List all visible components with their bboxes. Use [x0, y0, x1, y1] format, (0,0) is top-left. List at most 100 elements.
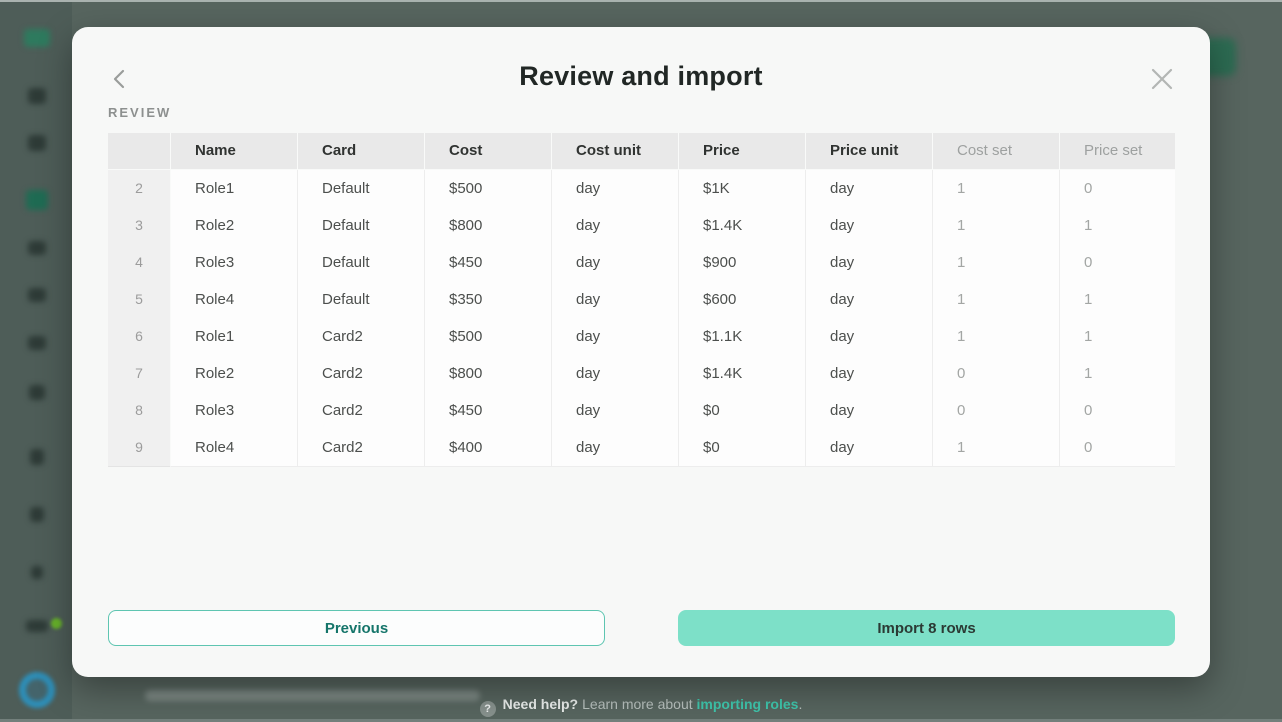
- sidebar-icon-blurred: [31, 566, 43, 579]
- price-set-cell: 0: [1059, 244, 1175, 282]
- cost-cell: $800: [424, 355, 551, 393]
- cost-set-cell: 0: [932, 355, 1059, 393]
- cost-unit-cell: day: [551, 170, 678, 208]
- price-cell: $0: [678, 392, 805, 430]
- column-header-cost: Cost: [424, 133, 551, 170]
- app-logo: [24, 29, 50, 47]
- row-number-cell: 5: [108, 281, 170, 319]
- card-cell: Default: [297, 207, 424, 245]
- sidebar-icon-blurred: [28, 288, 46, 302]
- name-cell: Role3: [170, 244, 297, 282]
- price-cell: $1.4K: [678, 355, 805, 393]
- cost-unit-cell: day: [551, 244, 678, 282]
- name-cell: Role2: [170, 207, 297, 245]
- cost-set-cell: 1: [932, 244, 1059, 282]
- cost-set-cell: 1: [932, 281, 1059, 319]
- sidebar-icon-blurred: [28, 336, 46, 350]
- cost-unit-cell: day: [551, 207, 678, 245]
- row-number-cell: 4: [108, 244, 170, 282]
- table-row: 8 Role3 Card2 $450 day $0 day 0 0: [108, 392, 1175, 430]
- price-unit-cell: day: [805, 392, 932, 430]
- price-cell: $600: [678, 281, 805, 319]
- review-table: Name Card Cost Cost unit Price Price uni…: [108, 133, 1175, 467]
- cost-cell: $800: [424, 207, 551, 245]
- card-cell: Card2: [297, 355, 424, 393]
- sidebar-icon-blurred: [30, 449, 44, 465]
- price-unit-cell: day: [805, 318, 932, 356]
- row-number-cell: 3: [108, 207, 170, 245]
- cost-cell: $450: [424, 244, 551, 282]
- sidebar-icon-blurred: [28, 135, 46, 151]
- cost-unit-cell: day: [551, 429, 678, 467]
- review-import-modal: Review and import REVIEW Name Card Cost …: [72, 27, 1210, 677]
- card-cell: Default: [297, 244, 424, 282]
- name-cell: Role1: [170, 170, 297, 208]
- column-header-price-unit: Price unit: [805, 133, 932, 170]
- cost-set-cell: 1: [932, 207, 1059, 245]
- price-set-cell: 0: [1059, 170, 1175, 208]
- row-number-cell: 6: [108, 318, 170, 356]
- column-header-cost-unit: Cost unit: [551, 133, 678, 170]
- column-header-price: Price: [678, 133, 805, 170]
- table-row: 2 Role1 Default $500 day $1K day 1 0: [108, 170, 1175, 208]
- cost-set-cell: 1: [932, 170, 1059, 208]
- cost-cell: $350: [424, 281, 551, 319]
- row-number-cell: 8: [108, 392, 170, 430]
- table-row: 3 Role2 Default $800 day $1.4K day 1 1: [108, 207, 1175, 245]
- row-number-cell: 2: [108, 170, 170, 208]
- card-cell: Default: [297, 281, 424, 319]
- cost-cell: $500: [424, 170, 551, 208]
- import-button[interactable]: Import 8 rows: [678, 610, 1175, 646]
- row-number-cell: 9: [108, 429, 170, 467]
- price-cell: $900: [678, 244, 805, 282]
- table-row: 6 Role1 Card2 $500 day $1.1K day 1 1: [108, 318, 1175, 356]
- column-header-card: Card: [297, 133, 424, 170]
- window-top-edge: [0, 0, 1282, 2]
- name-cell: Role4: [170, 429, 297, 467]
- close-button[interactable]: [1148, 65, 1176, 93]
- app-sidebar-dimmed: [0, 2, 72, 722]
- table-row: 9 Role4 Card2 $400 day $0 day 1 0: [108, 429, 1175, 467]
- card-cell: Default: [297, 170, 424, 208]
- previous-button[interactable]: Previous: [108, 610, 605, 646]
- price-unit-cell: day: [805, 429, 932, 467]
- price-set-cell: 1: [1059, 281, 1175, 319]
- name-cell: Role1: [170, 318, 297, 356]
- price-set-cell: 0: [1059, 392, 1175, 430]
- table-row: 4 Role3 Default $450 day $900 day 1 0: [108, 244, 1175, 282]
- price-unit-cell: day: [805, 207, 932, 245]
- table-body: 2 Role1 Default $500 day $1K day 1 0 3 R…: [108, 170, 1175, 467]
- table-row: 7 Role2 Card2 $800 day $1.4K day 0 1: [108, 355, 1175, 393]
- name-cell: Role3: [170, 392, 297, 430]
- name-cell: Role2: [170, 355, 297, 393]
- sidebar-icon-blurred: [29, 385, 45, 400]
- name-cell: Role4: [170, 281, 297, 319]
- cost-unit-cell: day: [551, 355, 678, 393]
- sidebar-icon-blurred: [28, 88, 46, 104]
- help-bar: ? Need help? Learn more about importing ro…: [0, 696, 1282, 717]
- price-unit-cell: day: [805, 355, 932, 393]
- sidebar-icon-blurred: [28, 241, 46, 255]
- price-unit-cell: day: [805, 281, 932, 319]
- section-label-review: REVIEW: [108, 105, 172, 120]
- cost-set-cell: 1: [932, 318, 1059, 356]
- close-icon: [1151, 68, 1173, 90]
- sidebar-icon-blurred: [26, 620, 48, 632]
- card-cell: Card2: [297, 318, 424, 356]
- row-number-cell: 7: [108, 355, 170, 393]
- column-header-cost-set: Cost set: [932, 133, 1059, 170]
- price-cell: $1.1K: [678, 318, 805, 356]
- help-text: Learn more about: [582, 696, 693, 712]
- cost-unit-cell: day: [551, 392, 678, 430]
- price-cell: $1K: [678, 170, 805, 208]
- help-bold-text: Need help?: [502, 696, 579, 712]
- table-row: 5 Role4 Default $350 day $600 day 1 1: [108, 281, 1175, 319]
- sidebar-icon-active-blurred: [26, 190, 48, 210]
- price-cell: $0: [678, 429, 805, 467]
- price-cell: $1.4K: [678, 207, 805, 245]
- column-header-rownum: [108, 133, 170, 170]
- cost-set-cell: 1: [932, 429, 1059, 467]
- card-cell: Card2: [297, 392, 424, 430]
- cost-cell: $500: [424, 318, 551, 356]
- importing-roles-link[interactable]: importing roles: [697, 696, 799, 712]
